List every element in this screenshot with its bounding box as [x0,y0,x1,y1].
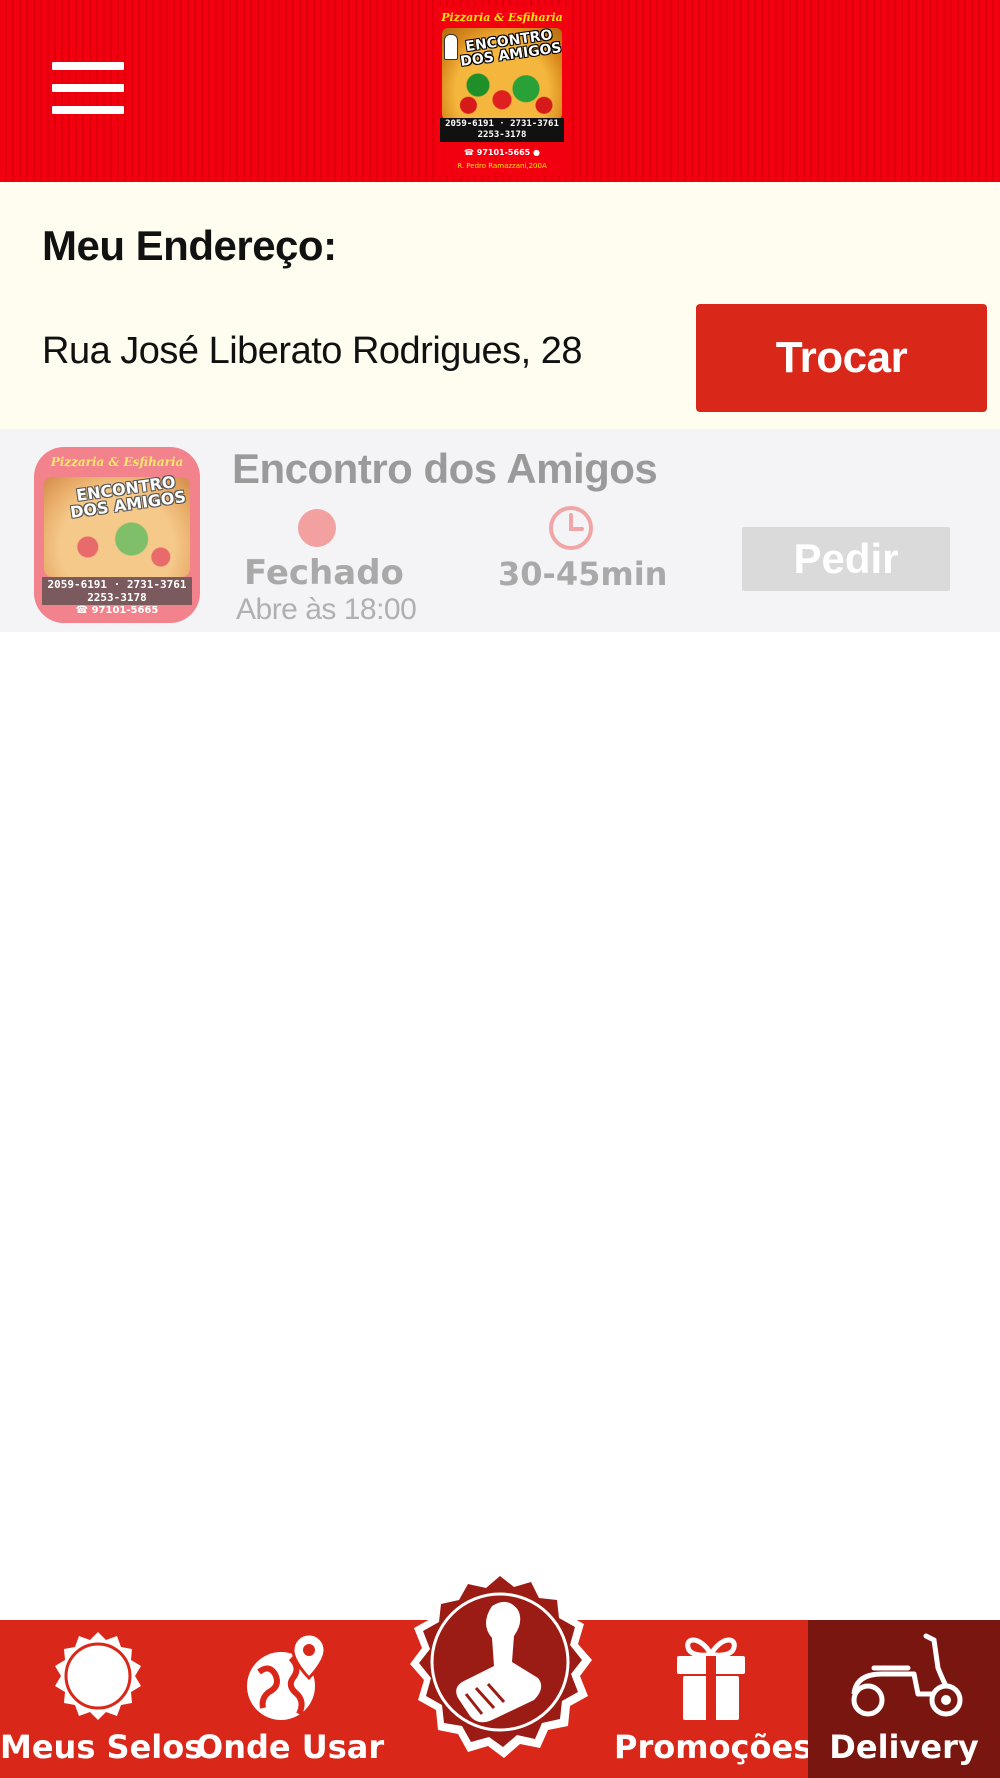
order-button[interactable]: Pedir [742,527,950,591]
nav-label: Onde Usar [196,1728,385,1766]
nav-label: Meus Selos [0,1728,204,1766]
store-logo-whatsapp: ☎ 97101-5665 [75,605,159,616]
brand-logo: Pizzaria & Esfiharia ENCONTRO DOS AMIGOS… [434,6,570,176]
my-address-section: Meu Endereço: Rua José Liberato Rodrigue… [0,182,1000,429]
nav-meus-selos[interactable]: Meus Selos [0,1620,204,1778]
nav-label: Delivery [829,1728,979,1766]
store-logo-phones: 2059-6191 · 2731-3761 2253-3178 [42,577,192,605]
delivery-time: 30-45min [498,555,668,593]
hamburger-menu-icon[interactable] [52,62,124,114]
nav-label: Promoções [614,1728,813,1766]
gift-icon [677,1637,745,1720]
clock-icon [549,506,593,550]
logo-phones: 2059-6191 · 2731-3761 2253-3178 [440,118,564,142]
scooter-icon [851,1633,963,1717]
address-title: Meu Endereço: [42,222,337,269]
logo-whatsapp: ☎ 97101-5665 ● [464,148,540,157]
menu-bar [52,62,124,70]
store-logo: Pizzaria & Esfiharia ENCONTRO DOS AMIGOS… [34,447,200,623]
store-logo-subtitle: Pizzaria & Esfiharia [50,455,184,469]
globe-location-icon [247,1632,327,1720]
logo-address: R. Pedro Ramazzani,200A [457,162,547,170]
stamp-icon[interactable] [400,1566,600,1776]
nav-delivery[interactable]: Delivery [808,1620,1000,1778]
store-card[interactable]: Pizzaria & Esfiharia ENCONTRO DOS AMIGOS… [0,429,1000,632]
store-opening-time: Abre às 18:00 [236,593,417,626]
nav-onde-usar[interactable]: Onde Usar [196,1620,385,1778]
status-dot-icon [298,509,336,547]
app-header: Pizzaria & Esfiharia ENCONTRO DOS AMIGOS… [0,0,1000,182]
address-value: Rua José Liberato Rodrigues, 28 [42,330,583,372]
logo-subtitle: Pizzaria & Esfiharia [441,11,563,24]
menu-bar [52,84,124,92]
store-name: Encontro dos Amigos [232,445,658,492]
menu-bar [52,106,124,114]
change-address-button[interactable]: Trocar [696,304,987,412]
seal-badge-icon [55,1632,141,1720]
store-status: Fechado [244,553,404,593]
nav-promocoes[interactable]: Promoções [614,1620,813,1778]
